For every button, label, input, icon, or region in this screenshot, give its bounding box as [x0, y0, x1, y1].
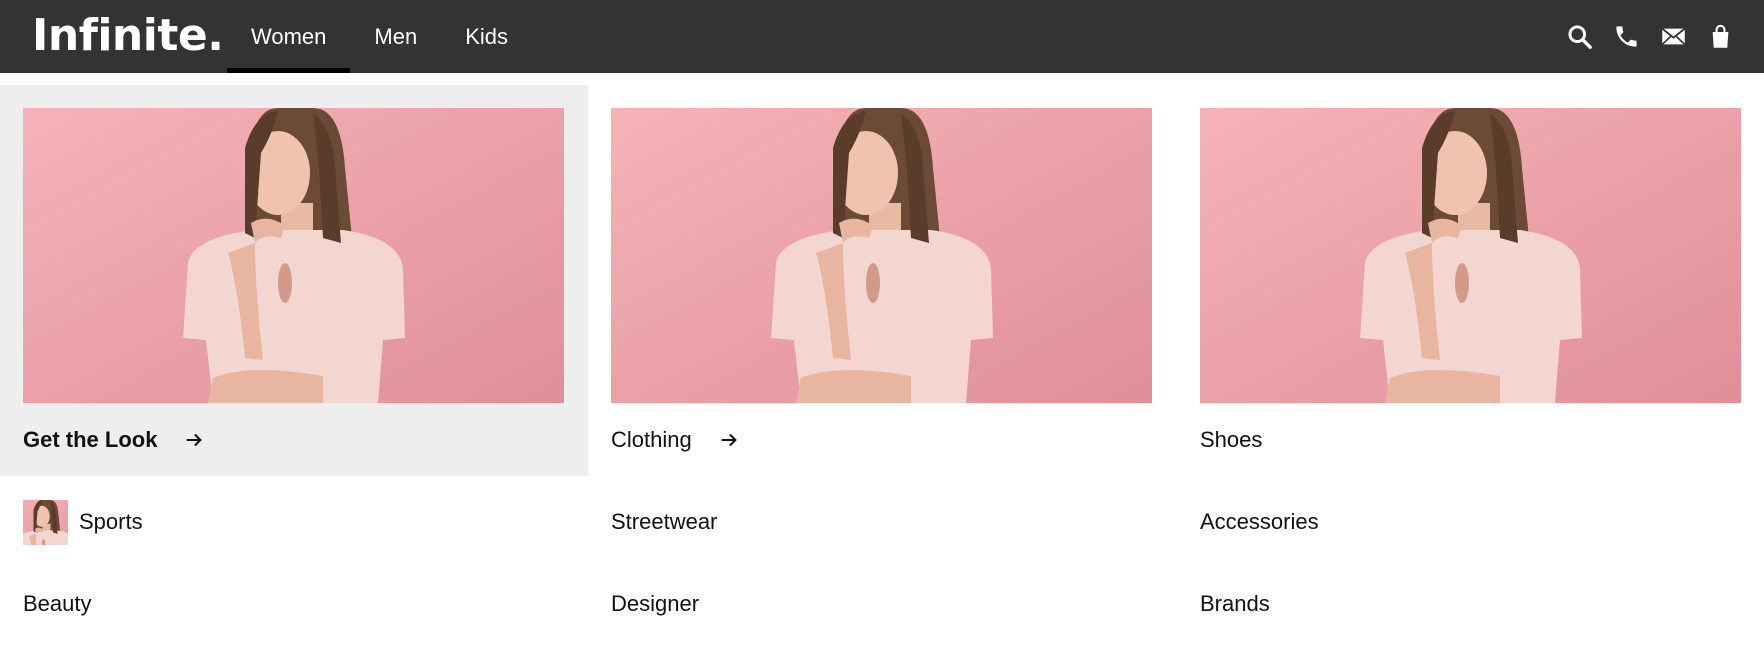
featured-card-label[interactable]: Shoes	[1200, 426, 1262, 454]
nav-item-men[interactable]: Men	[350, 0, 441, 73]
featured-card-title: Shoes	[1200, 427, 1263, 452]
featured-image	[1200, 108, 1741, 403]
featured-card-title: Get the Look	[23, 427, 158, 452]
nav-item-women[interactable]: Women	[227, 0, 351, 73]
mail-icon[interactable]	[1660, 23, 1687, 50]
menu-link-streetwear[interactable]: Streetwear	[611, 508, 717, 536]
featured-card-get-the-look[interactable]: Get the Look	[23, 108, 564, 452]
arrow-right-icon	[718, 429, 740, 451]
main-nav: Women Men Kids	[227, 0, 532, 73]
search-icon[interactable]	[1566, 23, 1593, 50]
sports-thumbnail	[23, 500, 68, 545]
featured-card-label[interactable]: Get the Look	[23, 426, 205, 454]
nav-item-kids[interactable]: Kids	[441, 0, 532, 73]
featured-image	[611, 108, 1152, 403]
menu-link-beauty[interactable]: Beauty	[23, 590, 92, 618]
shopping-bag-icon[interactable]	[1707, 23, 1734, 50]
featured-image	[23, 108, 564, 403]
menu-link-designer[interactable]: Designer	[611, 590, 699, 618]
phone-icon[interactable]	[1613, 23, 1640, 50]
menu-link-brands[interactable]: Brands	[1200, 590, 1270, 618]
featured-card-clothing[interactable]: Clothing	[611, 108, 1152, 452]
featured-card-title: Clothing	[611, 427, 692, 452]
brand-logo[interactable]: Infinite.	[32, 10, 224, 62]
menu-link-accessories[interactable]: Accessories	[1200, 508, 1319, 536]
header-actions	[1566, 0, 1734, 73]
menu-link-sports[interactable]: Sports	[79, 508, 143, 536]
featured-card-shoes[interactable]: Shoes	[1200, 108, 1741, 452]
top-navigation-bar: Infinite. Women Men Kids	[0, 0, 1764, 73]
arrow-right-icon	[183, 429, 205, 451]
featured-card-label[interactable]: Clothing	[611, 426, 740, 454]
